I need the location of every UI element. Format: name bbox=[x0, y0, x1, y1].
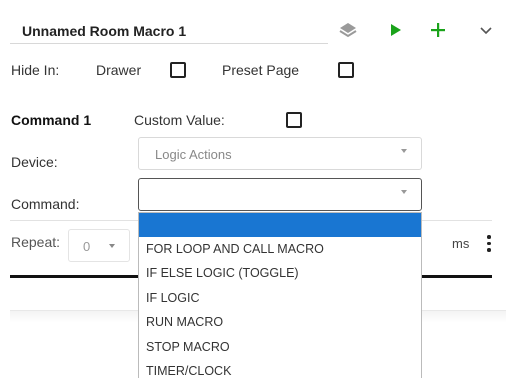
hide-in-label: Hide In: bbox=[11, 62, 60, 78]
kebab-menu-icon[interactable] bbox=[487, 235, 491, 253]
device-select[interactable]: Logic Actions bbox=[138, 137, 422, 170]
drawer-label: Drawer bbox=[96, 62, 142, 78]
command-select[interactable] bbox=[138, 178, 422, 211]
dropdown-option[interactable]: FOR LOOP AND CALL MACRO bbox=[139, 237, 421, 261]
preset-page-label: Preset Page bbox=[222, 62, 300, 78]
command-label: Command: bbox=[11, 196, 80, 212]
drawer-checkbox[interactable] bbox=[170, 62, 186, 78]
device-label: Device: bbox=[11, 154, 58, 170]
command-dropdown-list[interactable]: FOR LOOP AND CALL MACRO IF ELSE LOGIC (T… bbox=[138, 212, 422, 378]
macro-title[interactable]: Unnamed Room Macro 1 bbox=[22, 23, 186, 39]
dropdown-option[interactable] bbox=[139, 213, 421, 237]
command-heading: Command 1 bbox=[11, 112, 92, 128]
plus-icon[interactable] bbox=[428, 20, 448, 40]
caret-down-icon bbox=[401, 149, 407, 153]
repeat-select[interactable]: 0 bbox=[68, 229, 130, 262]
layers-icon[interactable] bbox=[338, 20, 358, 40]
title-underline bbox=[10, 43, 328, 44]
repeat-select-value: 0 bbox=[83, 239, 91, 254]
chevron-down-icon[interactable] bbox=[476, 20, 496, 40]
dropdown-option[interactable]: IF ELSE LOGIC (TOGGLE) bbox=[139, 261, 421, 285]
caret-down-icon bbox=[109, 244, 115, 248]
play-icon[interactable] bbox=[386, 20, 406, 40]
repeat-unit: ms bbox=[452, 236, 470, 251]
dropdown-option[interactable]: IF LOGIC bbox=[139, 286, 421, 310]
custom-value-label: Custom Value: bbox=[134, 112, 225, 128]
dropdown-option[interactable]: RUN MACRO bbox=[139, 310, 421, 334]
repeat-label: Repeat: bbox=[11, 234, 61, 250]
device-select-value: Logic Actions bbox=[155, 147, 232, 162]
custom-value-checkbox[interactable] bbox=[286, 112, 302, 128]
caret-down-icon bbox=[401, 190, 407, 194]
dropdown-option[interactable]: STOP MACRO bbox=[139, 335, 421, 359]
macro-editor-panel: Unnamed Room Macro 1 Hide In: Drawer Pre… bbox=[0, 0, 506, 378]
preset-page-checkbox[interactable] bbox=[338, 62, 354, 78]
dropdown-option[interactable]: TIMER/CLOCK bbox=[139, 359, 421, 378]
